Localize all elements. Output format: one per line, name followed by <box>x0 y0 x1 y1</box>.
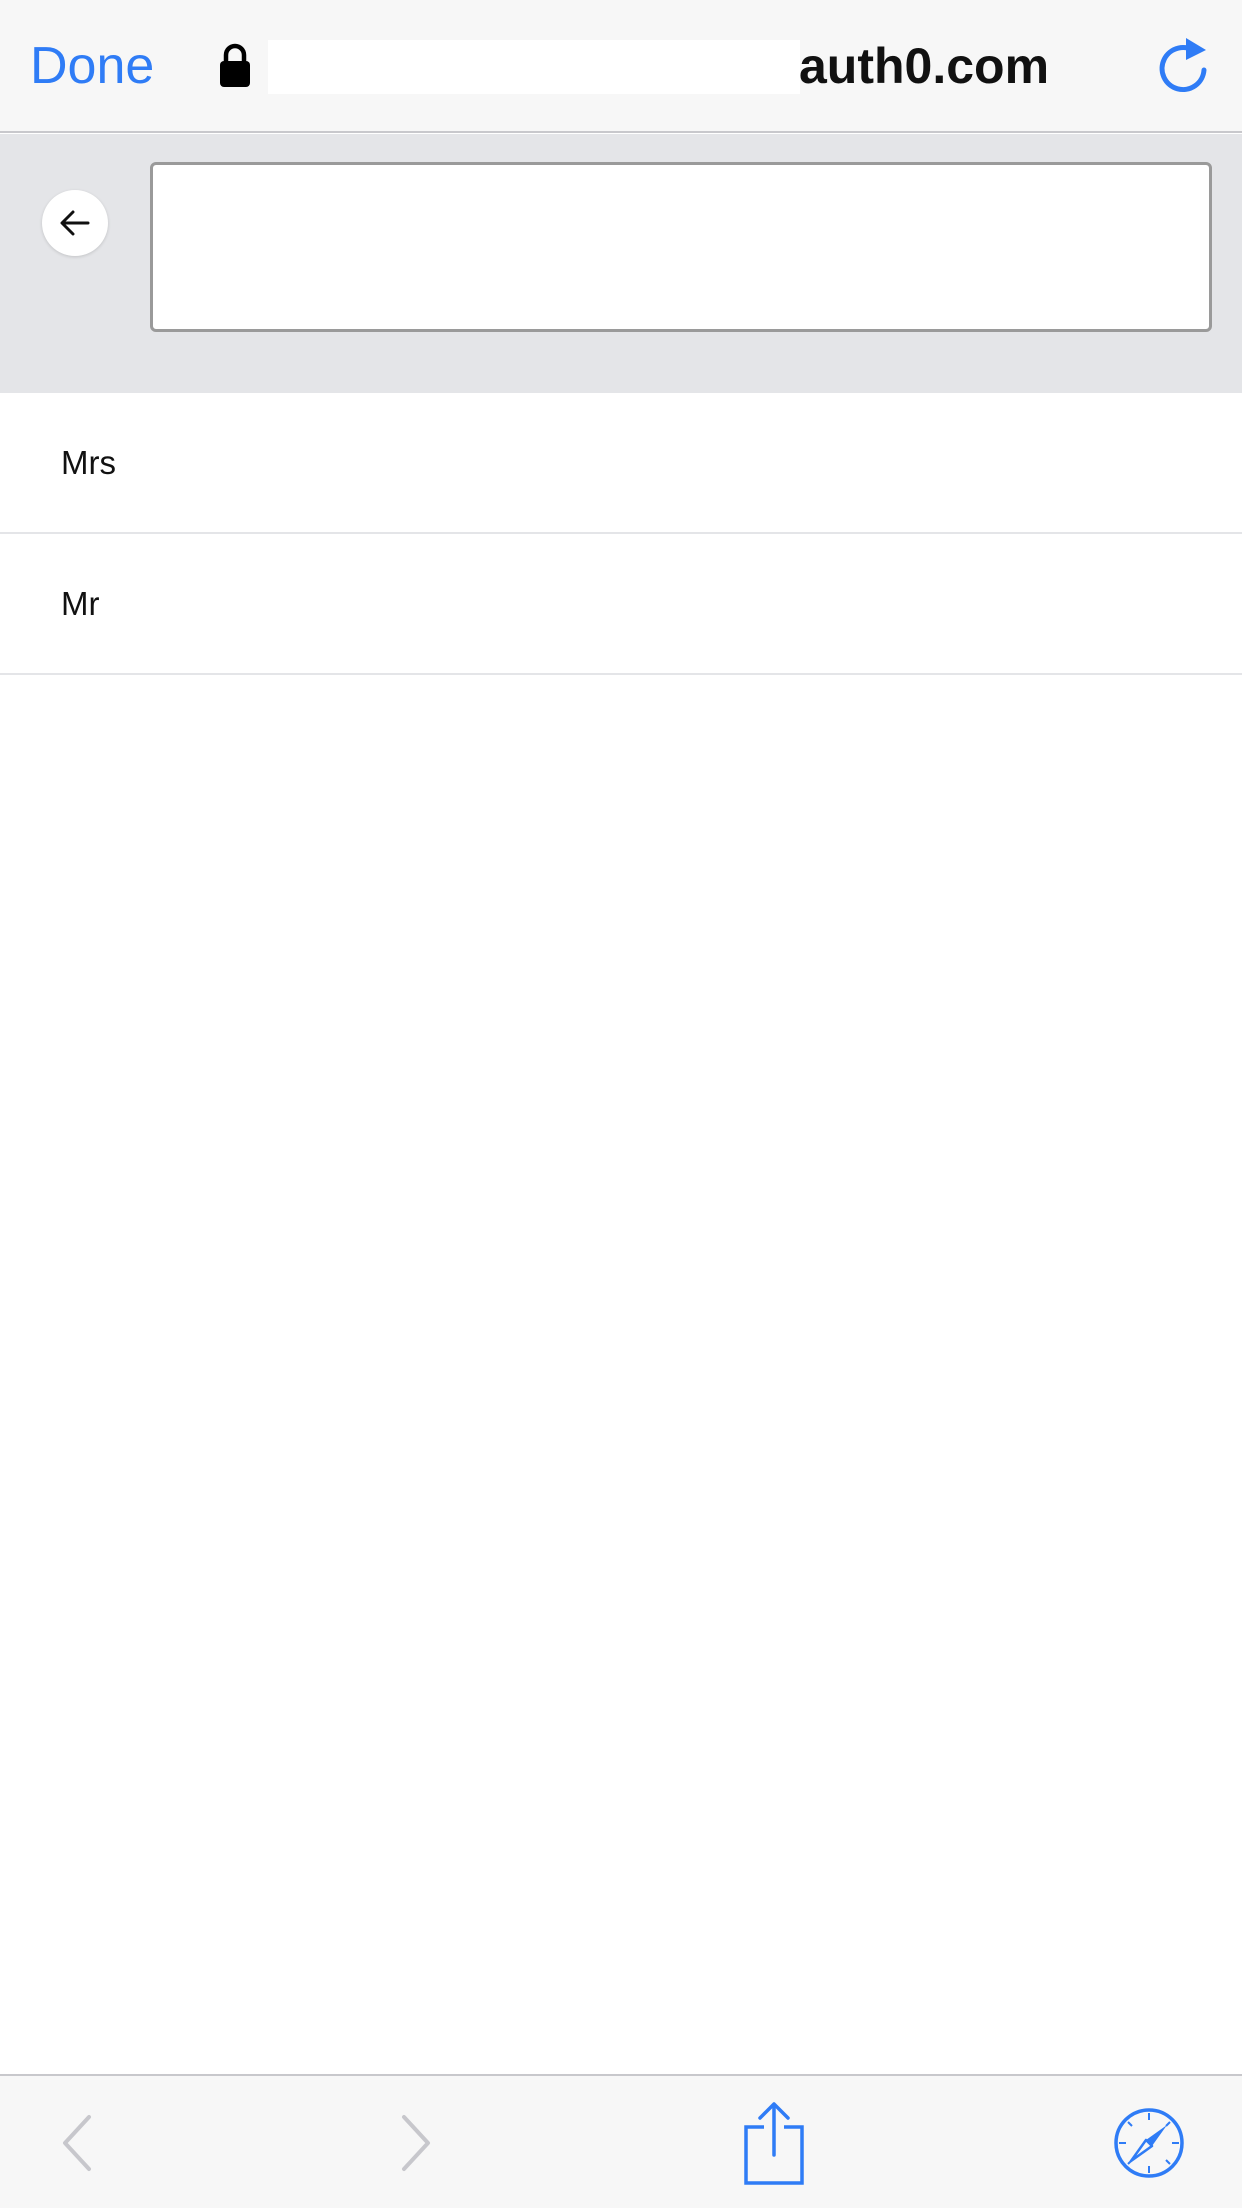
list-item-label: Mrs <box>61 443 116 481</box>
done-button[interactable]: Done <box>30 34 154 98</box>
chevron-left-icon <box>63 2115 91 2171</box>
browser-top-bar: Done auth0.com <box>0 0 1242 133</box>
chevron-right-icon <box>402 2115 430 2171</box>
share-icon <box>744 2102 804 2185</box>
arrow-left-icon <box>60 210 90 236</box>
nav-forward-button[interactable] <box>356 2076 476 2208</box>
share-button[interactable] <box>714 2076 834 2208</box>
list-item-mrs[interactable]: Mrs <box>0 393 1242 534</box>
list-item-mr[interactable]: Mr <box>0 534 1242 675</box>
option-list: Mrs Mr <box>0 393 1242 675</box>
url-redacted-segment <box>268 40 800 94</box>
back-button[interactable] <box>42 190 108 256</box>
reload-icon[interactable] <box>1156 36 1210 94</box>
page: Done auth0.com Mrs Mr <box>0 0 1242 2208</box>
search-input[interactable] <box>150 162 1212 332</box>
lock-icon <box>220 43 250 87</box>
search-header <box>0 134 1242 393</box>
url-domain[interactable]: auth0.com <box>799 34 1049 98</box>
compass-icon <box>1114 2108 1184 2178</box>
browser-bottom-toolbar <box>0 2074 1242 2208</box>
open-in-safari-button[interactable] <box>1089 2076 1209 2208</box>
list-item-label: Mr <box>61 584 100 622</box>
nav-back-button[interactable] <box>17 2076 137 2208</box>
